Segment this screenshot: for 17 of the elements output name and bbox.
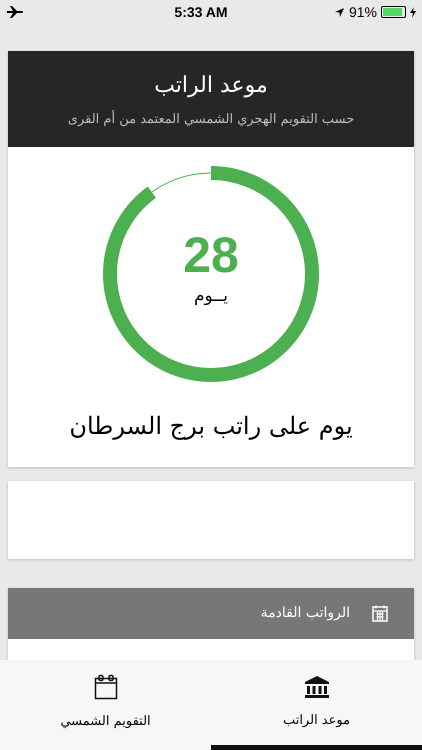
days-number: 28 [183,230,239,280]
days-unit: يــوم [194,285,228,308]
calendar-icon [372,605,388,622]
tab[interactable]: موعد الراتب [211,660,422,750]
upcoming-title: الرواتب القادمة [260,604,350,623]
charging-bolt-icon [410,6,416,18]
airplane-icon [6,5,24,19]
bank-icon [304,674,330,699]
countdown-caption: يوم على راتب برج السرطان [69,411,353,442]
status-time: 5:33 AM [174,2,228,22]
header-title: موعد الراتب [154,72,268,100]
battery-percent: 91% [348,2,377,22]
calendar-icon [94,674,118,700]
battery-icon [380,6,406,18]
tab[interactable]: التقويم الشمسي [0,660,211,750]
header-subtitle: حسب التقويم الهجري الشمسي المعتمد من أم القرى [68,110,354,129]
location-arrow-icon [334,6,345,18]
